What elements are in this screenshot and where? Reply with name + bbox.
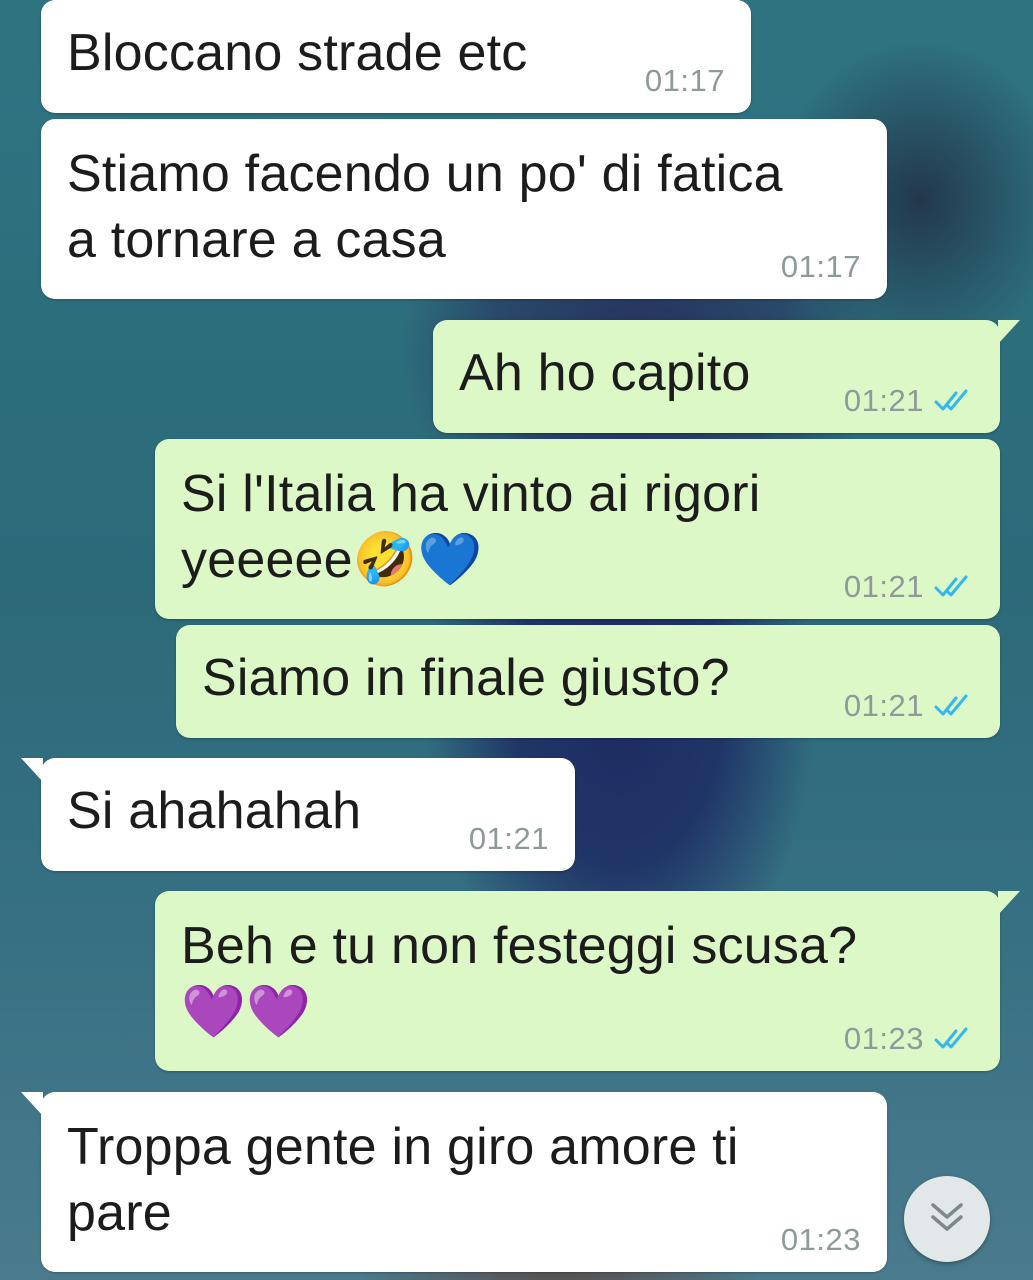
message-meta: 01:21: [469, 823, 549, 855]
message-time: 01:21: [468, 821, 549, 856]
message-time: 01:17: [644, 63, 725, 98]
message-time: 01:21: [843, 569, 924, 604]
read-receipt-icon: [934, 1027, 974, 1051]
message-bubble-incoming[interactable]: Si ahahahah 01:21: [21, 758, 575, 871]
message-bubble-incoming[interactable]: Bloccano strade etc 01:17: [41, 0, 751, 113]
message-time: 01:23: [843, 1021, 924, 1056]
message-time: 01:21: [843, 383, 924, 418]
message-text: Bloccano strade etc: [67, 24, 528, 82]
message-time: 01:21: [843, 688, 924, 723]
read-receipt-icon: [934, 389, 974, 413]
message-meta: 01:21: [844, 571, 974, 603]
bubble-tail: [998, 891, 1020, 915]
message-bubble-outgoing[interactable]: Si l'Italia ha vinto ai rigori yeeeee🤣💙 …: [155, 439, 1000, 619]
message-text: Troppa gente in giro amore ti pare: [67, 1118, 739, 1242]
message-meta: 01:23: [844, 1023, 974, 1055]
message-bubble-incoming[interactable]: Troppa gente in giro amore ti pare 01:23: [21, 1092, 887, 1272]
scroll-to-bottom-button[interactable]: [904, 1176, 990, 1262]
message-list[interactable]: Bloccano strade etc 01:17 Stiamo facendo…: [0, 0, 1033, 1280]
bubble-tail: [21, 1092, 43, 1116]
message-time: 01:23: [780, 1222, 861, 1257]
message-meta: 01:21: [844, 385, 974, 417]
message-bubble-outgoing[interactable]: Ah ho capito 01:21: [433, 320, 1020, 433]
read-receipt-icon: [934, 575, 974, 599]
message-meta: 01:21: [844, 690, 974, 722]
bubble-tail: [998, 320, 1020, 344]
message-time: 01:17: [780, 249, 861, 284]
message-bubble-incoming[interactable]: Stiamo facendo un po' di fatica a tornar…: [41, 119, 887, 299]
message-meta: 01:23: [781, 1224, 861, 1256]
message-bubble-outgoing[interactable]: Siamo in finale giusto? 01:21: [176, 625, 1000, 738]
message-meta: 01:17: [781, 251, 861, 283]
read-receipt-icon: [934, 694, 974, 718]
chevron-double-down-icon: [927, 1197, 967, 1242]
bubble-tail: [21, 758, 43, 782]
message-meta: 01:17: [645, 65, 725, 97]
message-bubble-outgoing[interactable]: Beh e tu non festeggi scusa? 💜💜 01:23: [155, 891, 1020, 1071]
message-text: Stiamo facendo un po' di fatica a tornar…: [67, 145, 783, 269]
